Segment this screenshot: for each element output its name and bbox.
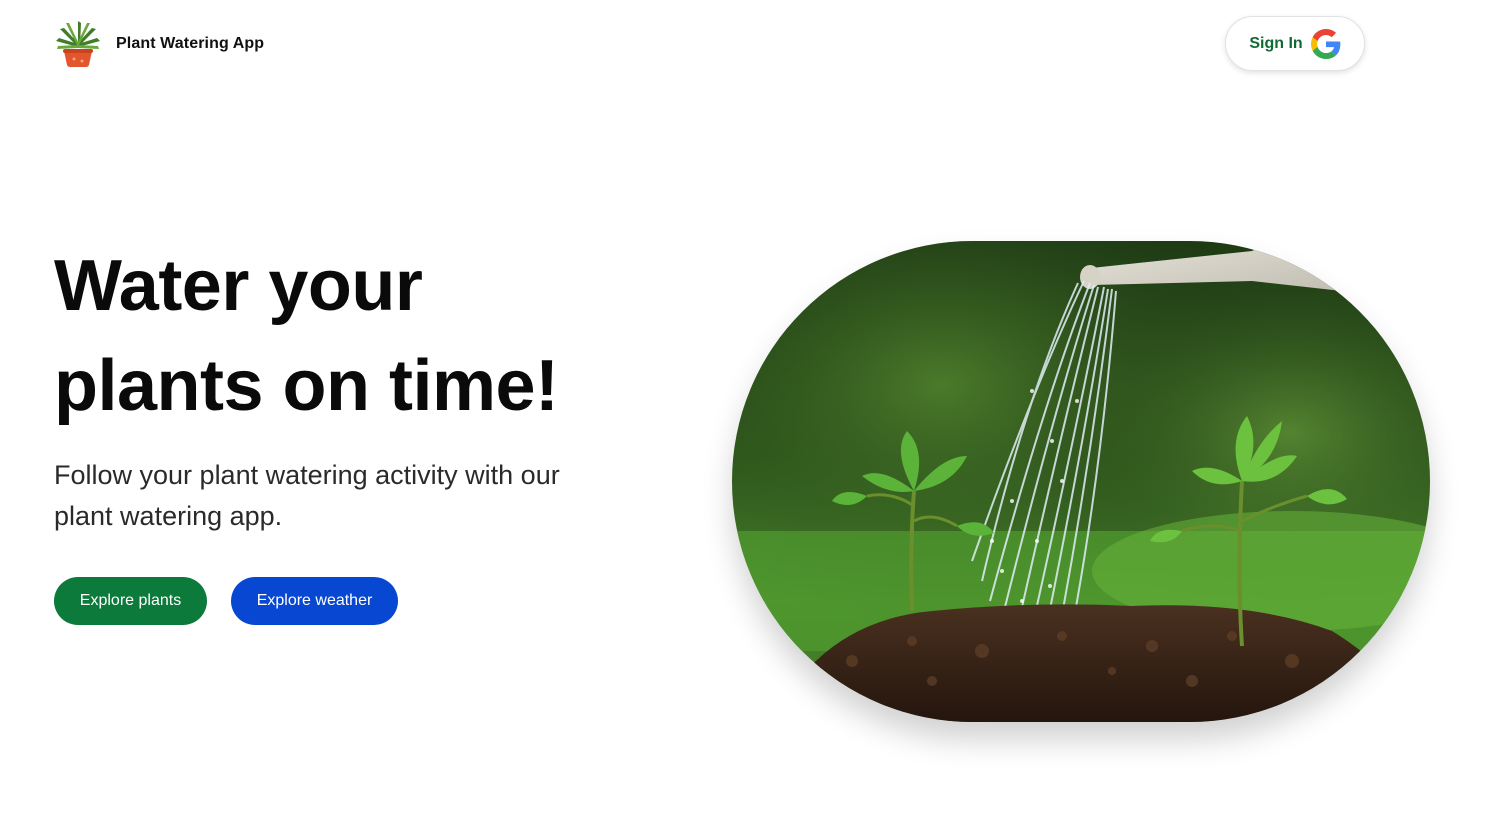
hero-title-line-2: plants on time! <box>54 346 559 426</box>
landing-page: Plant Watering App Sign In Water your pl… <box>0 0 1495 815</box>
sign-in-label: Sign In <box>1249 34 1303 52</box>
watering-can-seedlings-image <box>732 241 1430 722</box>
google-icon <box>1310 28 1341 59</box>
hero-illustration <box>732 241 1430 722</box>
hero-title: Water your plants on time! <box>54 236 674 436</box>
potted-plant-icon <box>56 21 100 67</box>
app-header: Plant Watering App <box>54 18 264 70</box>
app-title: Plant Watering App <box>116 35 265 52</box>
hero-actions: Explore plants Explore weather <box>54 577 398 625</box>
sign-in-button[interactable]: Sign In <box>1225 16 1365 71</box>
hero-subtitle: Follow your plant watering activity with… <box>54 460 560 531</box>
explore-weather-button[interactable]: Explore weather <box>231 577 398 625</box>
hero-title-line-1: Water your <box>54 246 423 326</box>
explore-plants-button[interactable]: Explore plants <box>54 577 207 625</box>
